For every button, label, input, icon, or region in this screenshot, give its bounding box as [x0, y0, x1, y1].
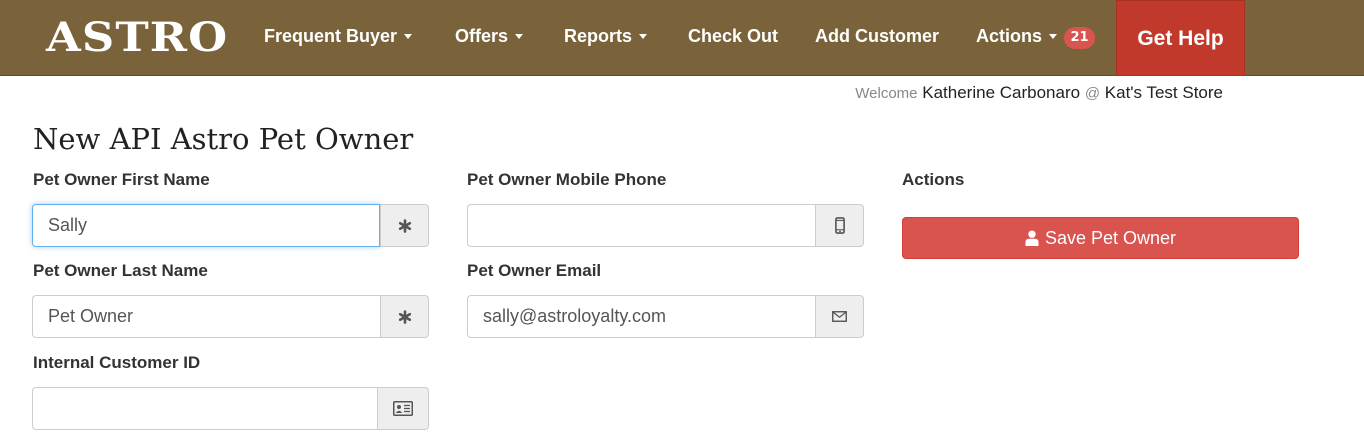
nav-reports[interactable]: Reports	[564, 24, 648, 48]
last-name-group	[32, 295, 429, 338]
caret-down-icon	[404, 33, 413, 39]
page-title: New API Astro Pet Owner	[33, 122, 414, 156]
nav-frequent-buyer[interactable]: Frequent Buyer	[264, 24, 413, 48]
welcome-user: Katherine Carbonaro	[922, 83, 1081, 102]
get-help-button[interactable]: Get Help	[1116, 0, 1245, 76]
nav-actions-label: Actions	[976, 26, 1043, 46]
caret-down-icon	[515, 33, 524, 39]
mobile-phone-label: Pet Owner Mobile Phone	[467, 170, 667, 189]
welcome-line: Welcome Katherine Carbonaro @ Kat's Test…	[855, 83, 1223, 103]
last-name-label: Pet Owner Last Name	[33, 261, 208, 280]
customer-id-input[interactable]	[32, 387, 377, 430]
envelope-icon	[815, 295, 864, 338]
nav-add-customer[interactable]: Add Customer	[815, 24, 939, 48]
nav-actions[interactable]: Actions	[976, 24, 1058, 48]
nav-add-customer-label: Add Customer	[815, 26, 940, 46]
asterisk-icon	[380, 295, 429, 338]
nav-reports-label: Reports	[564, 26, 633, 46]
welcome-prefix: Welcome	[855, 85, 918, 102]
caret-down-icon	[639, 33, 648, 39]
email-label: Pet Owner Email	[467, 261, 602, 280]
nav-check-out[interactable]: Check Out	[688, 24, 778, 48]
user-icon	[1025, 230, 1039, 246]
welcome-store: Kat's Test Store	[1104, 83, 1223, 102]
actions-count-badge: 21	[1064, 27, 1095, 49]
nav-offers[interactable]: Offers	[455, 24, 524, 48]
nav-offers-label: Offers	[455, 26, 509, 46]
email-input[interactable]	[467, 295, 815, 338]
customer-id-group	[32, 387, 429, 430]
last-name-input[interactable]	[32, 295, 380, 338]
asterisk-icon	[380, 204, 429, 247]
id-card-icon	[377, 387, 429, 430]
email-group	[467, 295, 864, 338]
save-pet-owner-button[interactable]: Save Pet Owner	[902, 217, 1299, 259]
nav-check-out-label: Check Out	[688, 26, 779, 46]
nav-frequent-buyer-label: Frequent Buyer	[264, 26, 398, 46]
welcome-at: @	[1084, 85, 1101, 102]
astro-logo[interactable]: ASTRO	[46, 14, 228, 62]
caret-down-icon	[1049, 33, 1058, 39]
first-name-label: Pet Owner First Name	[33, 170, 210, 189]
actions-heading: Actions	[902, 170, 965, 189]
first-name-group	[32, 204, 429, 247]
mobile-phone-input[interactable]	[467, 204, 815, 247]
top-navbar: ASTRO Frequent Buyer Offers Reports Chec…	[0, 0, 1364, 76]
mobile-phone-icon	[815, 204, 864, 247]
customer-id-label: Internal Customer ID	[33, 353, 201, 372]
first-name-input[interactable]	[32, 204, 380, 247]
save-pet-owner-label: Save Pet Owner	[1044, 227, 1177, 248]
mobile-phone-group	[467, 204, 864, 247]
